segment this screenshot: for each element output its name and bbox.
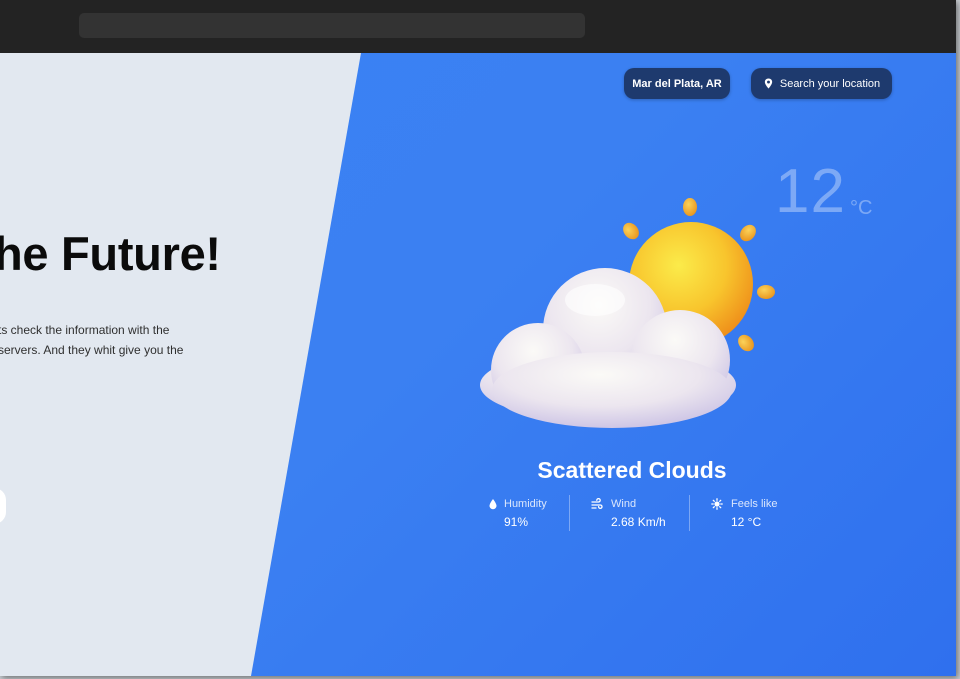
address-bar[interactable] xyxy=(79,13,585,38)
location-pin-icon xyxy=(764,78,773,89)
browser-window: he Future! ts check the information with… xyxy=(0,0,956,676)
hero-headline: he Future! xyxy=(0,227,221,280)
weather-condition-icon xyxy=(480,198,775,428)
humidity-label: Humidity xyxy=(504,498,547,510)
hero-description-line: ts check the information with the xyxy=(0,323,170,337)
search-location-button[interactable]: Search your location xyxy=(751,68,892,99)
feels-like-label: Feels like xyxy=(731,498,778,510)
browser-top-bar xyxy=(0,0,956,53)
current-location-label: Mar del Plata, AR xyxy=(632,77,722,90)
hero-description-line: servers. And they whit give you the xyxy=(0,343,184,357)
feels-like-value: 12 °C xyxy=(731,515,762,529)
stat-divider xyxy=(569,495,570,531)
current-location-button[interactable]: Mar del Plata, AR xyxy=(624,68,730,99)
temperature-unit: °C xyxy=(850,197,873,219)
wind-icon xyxy=(591,498,603,510)
hero-description: ts check the information with the server… xyxy=(0,320,198,360)
search-location-label: Search your location xyxy=(779,77,881,90)
wind-label: Wind xyxy=(611,498,637,510)
stat-divider xyxy=(689,495,690,531)
humidity-value: 91% xyxy=(504,515,529,529)
humidity-drop-icon xyxy=(489,499,497,510)
weather-condition-text: Scattered Clouds xyxy=(537,457,727,483)
feels-like-sun-icon xyxy=(711,498,723,510)
wind-value: 2.68 Km/h xyxy=(611,515,666,529)
